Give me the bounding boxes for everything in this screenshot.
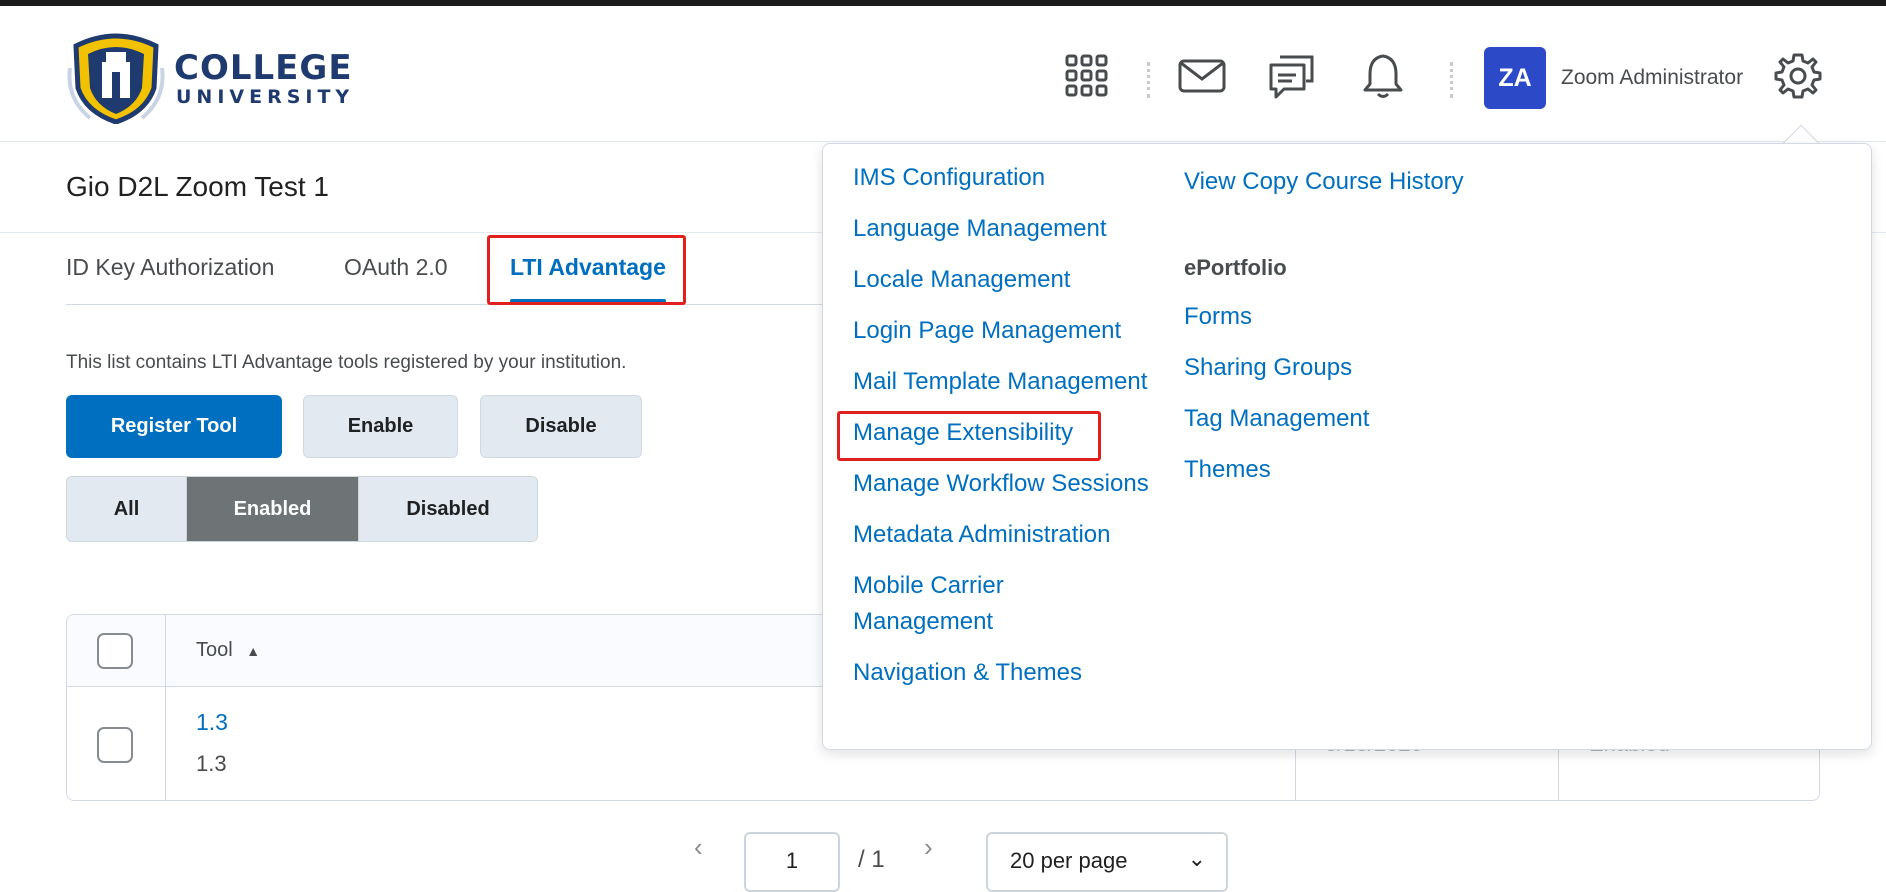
- avatar[interactable]: ZA: [1484, 47, 1546, 109]
- college-logo[interactable]: COLLEGE UNIVERSITY: [66, 28, 376, 124]
- crest-icon: [67, 33, 165, 124]
- menu-section-eportfolio: ePortfolio: [1184, 255, 1287, 280]
- disable-button[interactable]: Disable: [480, 395, 642, 458]
- menu-item-tag-management[interactable]: Tag Management: [1184, 401, 1369, 437]
- header-separator: [1450, 62, 1454, 98]
- gear-icon[interactable]: [1772, 50, 1824, 102]
- sort-ascending-icon: ▲: [246, 643, 261, 659]
- user-name[interactable]: Zoom Administrator: [1561, 66, 1743, 90]
- filter-enabled[interactable]: Enabled: [187, 477, 359, 541]
- header: COLLEGE UNIVERSITY ZA Zoom Administrator: [0, 6, 1886, 142]
- select-all-checkbox[interactable]: [97, 633, 133, 669]
- header-separator: [1147, 62, 1151, 98]
- column-header-tool[interactable]: Tool ▲: [196, 639, 260, 662]
- column-header-tool-label: Tool: [196, 639, 233, 661]
- menu-item-login-page-management[interactable]: Login Page Management: [853, 313, 1121, 349]
- menu-item-ims-configuration[interactable]: IMS Configuration: [853, 160, 1045, 196]
- page-number-input[interactable]: 1: [744, 832, 840, 892]
- admin-tools-menu: IMS Configuration Language Management Lo…: [822, 143, 1872, 750]
- next-page-icon[interactable]: ›: [924, 832, 933, 863]
- menu-item-locale-management[interactable]: Locale Management: [853, 262, 1070, 298]
- status-filter: All Enabled Disabled: [66, 476, 538, 542]
- highlight-box-lti-tab: [487, 235, 686, 305]
- tab-oauth[interactable]: OAuth 2.0: [344, 254, 448, 281]
- chat-icon[interactable]: [1266, 50, 1318, 102]
- highlight-box-manage-extensibility: [837, 411, 1101, 461]
- filter-all[interactable]: All: [67, 477, 187, 541]
- column-divider: [165, 615, 166, 800]
- menu-item-mail-template-management[interactable]: Mail Template Management: [853, 364, 1147, 400]
- logo-word-college: COLLEGE: [174, 48, 353, 88]
- menu-item-forms[interactable]: Forms: [1184, 299, 1252, 335]
- tool-subtitle: 1.3: [196, 751, 227, 776]
- tab-id-key-authorization[interactable]: ID Key Authorization: [66, 254, 274, 281]
- course-title[interactable]: Gio D2L Zoom Test 1: [66, 171, 329, 203]
- menu-item-metadata-administration[interactable]: Metadata Administration: [853, 517, 1110, 553]
- menu-item-label-line1: Mobile Carrier: [853, 572, 1004, 599]
- menu-item-language-management[interactable]: Language Management: [853, 211, 1107, 247]
- app-grid-icon[interactable]: [1061, 50, 1113, 102]
- enable-button[interactable]: Enable: [303, 395, 458, 458]
- menu-item-label-line2: Management: [853, 608, 994, 635]
- page-count: / 1: [858, 846, 885, 873]
- register-tool-button[interactable]: Register Tool: [66, 395, 282, 458]
- prev-page-icon[interactable]: ‹: [694, 832, 703, 863]
- menu-item-mobile-carrier-management[interactable]: Mobile Carrier Management: [853, 568, 1004, 640]
- tool-link[interactable]: 1.3: [196, 709, 228, 736]
- description-text: This list contains LTI Advantage tools r…: [66, 352, 627, 373]
- logo-word-university: UNIVERSITY: [176, 86, 355, 108]
- menu-item-themes[interactable]: Themes: [1184, 452, 1271, 488]
- page-size-label: 20 per page: [1010, 848, 1128, 873]
- menu-item-manage-workflow-sessions[interactable]: Manage Workflow Sessions: [853, 466, 1149, 502]
- mail-icon[interactable]: [1176, 50, 1228, 102]
- filter-disabled[interactable]: Disabled: [359, 477, 537, 541]
- menu-item-navigation-themes[interactable]: Navigation & Themes: [853, 655, 1082, 691]
- menu-item-sharing-groups[interactable]: Sharing Groups: [1184, 350, 1352, 386]
- chevron-down-icon: ⌄: [1187, 846, 1206, 871]
- page-size-select[interactable]: 20 per page ⌄: [986, 832, 1228, 892]
- bell-icon[interactable]: [1357, 50, 1409, 102]
- row-checkbox[interactable]: [97, 727, 133, 763]
- menu-item-view-copy-course-history[interactable]: View Copy Course History: [1184, 164, 1464, 200]
